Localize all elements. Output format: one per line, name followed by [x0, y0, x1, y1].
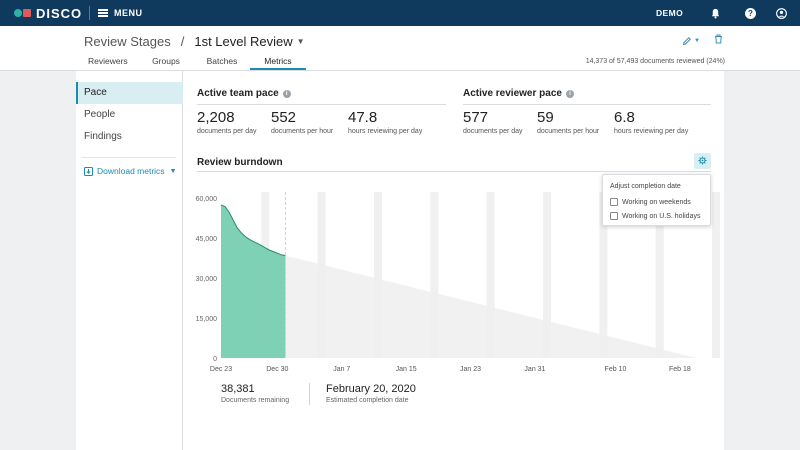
- documents-remaining-value: 38,381: [221, 383, 255, 395]
- reviewed-progress-text: 14,373 of 57,493 documents reviewed (24%…: [585, 58, 725, 65]
- burndown-title: Review burndown: [197, 157, 283, 168]
- reviewer-hours-per-day: 6.8: [614, 109, 635, 126]
- logo-mark-icon: [14, 7, 36, 19]
- tab-batches[interactable]: Batches: [194, 54, 250, 70]
- download-metrics-button[interactable]: Download metrics ▼: [84, 166, 177, 176]
- account-button[interactable]: [776, 0, 787, 26]
- right-gutter: [724, 71, 800, 450]
- sidebar-item-people[interactable]: People: [76, 104, 183, 126]
- x-tick-label: Jan 15: [396, 366, 417, 373]
- chevron-down-icon: ▼: [169, 167, 177, 175]
- sidebar-item-findings[interactable]: Findings: [76, 126, 183, 148]
- breadcrumb-parent[interactable]: Review Stages: [84, 34, 171, 49]
- tab-groups[interactable]: Groups: [138, 54, 194, 70]
- reviewer-docs-per-hour: 59: [537, 109, 554, 126]
- help-button[interactable]: ?: [745, 0, 756, 26]
- burndown-divider: [197, 171, 711, 172]
- tab-bar: Reviewers Groups Batches Metrics: [76, 54, 306, 70]
- reviewer-hours-per-day-label: hours reviewing per day: [614, 128, 689, 135]
- reviewer-docs-per-day: 577: [463, 109, 489, 126]
- y-tick-label: 0: [213, 356, 217, 363]
- disco-logo[interactable]: DISCO: [14, 5, 83, 21]
- metrics-sidebar: Pace People Findings Download metrics ▼: [76, 71, 183, 450]
- x-tick-label: Feb 18: [669, 366, 691, 373]
- completion-settings-popover: Adjust completion date Working on weeken…: [602, 174, 711, 226]
- user-icon: [776, 7, 787, 19]
- gear-icon: [698, 156, 707, 165]
- left-gutter: [0, 71, 76, 450]
- x-tick-label: Dec 30: [266, 366, 288, 373]
- bell-icon: [711, 8, 720, 18]
- x-tick-label: Dec 23: [210, 366, 232, 373]
- top-bar: DISCO MENU DEMO ?: [0, 0, 800, 26]
- team-pace-title-text: Active team pace: [197, 88, 279, 99]
- tab-metrics[interactable]: Metrics: [250, 54, 306, 70]
- holidays-checkbox[interactable]: [610, 212, 618, 220]
- topbar-divider: [89, 6, 90, 20]
- holidays-option[interactable]: Working on U.S. holidays: [610, 212, 700, 220]
- reviewer-docs-per-hour-label: documents per hour: [537, 128, 600, 135]
- chevron-down-icon[interactable]: ▼: [297, 37, 305, 46]
- info-icon[interactable]: i: [565, 89, 574, 98]
- notifications-button[interactable]: [710, 0, 721, 26]
- sidebar-item-pace[interactable]: Pace: [76, 82, 183, 104]
- y-tick-label: 60,000: [196, 196, 218, 203]
- documents-remaining-label: Documents remaining: [221, 397, 290, 404]
- tab-reviewers[interactable]: Reviewers: [76, 54, 138, 70]
- y-tick-label: 30,000: [196, 276, 218, 283]
- team-docs-per-day-label: documents per day: [197, 128, 257, 135]
- user-label[interactable]: DEMO: [656, 0, 683, 26]
- info-icon[interactable]: i: [282, 89, 291, 98]
- breadcrumb-current[interactable]: 1st Level Review: [194, 34, 292, 49]
- hamburger-icon: [98, 9, 108, 17]
- breadcrumb: Review Stages / 1st Level Review ▼: [84, 32, 305, 50]
- team-docs-per-day: 2,208: [197, 109, 235, 126]
- x-tick-label: Jan 7: [333, 366, 350, 373]
- completion-date-label: Estimated completion date: [326, 397, 409, 404]
- pencil-icon: [682, 36, 692, 45]
- menu-button[interactable]: MENU: [98, 6, 143, 20]
- team-docs-per-hour-label: documents per hour: [271, 128, 334, 135]
- holidays-label: Working on U.S. holidays: [622, 212, 701, 220]
- edit-button[interactable]: ▼: [682, 36, 700, 46]
- reviewer-pace-divider: [463, 104, 711, 105]
- completion-date-value: February 20, 2020: [326, 383, 416, 395]
- team-hours-per-day-label: hours reviewing per day: [348, 128, 423, 135]
- weekends-label: Working on weekends: [622, 198, 691, 206]
- breadcrumb-separator: /: [180, 33, 185, 49]
- reviewer-docs-per-day-label: documents per day: [463, 128, 523, 135]
- team-pace-title: Active team pace i: [197, 88, 291, 99]
- chevron-down-icon: ▼: [694, 37, 700, 44]
- weekends-option[interactable]: Working on weekends: [610, 198, 691, 206]
- team-hours-per-day: 47.8: [348, 109, 378, 126]
- reviewer-pace-title-text: Active reviewer pace: [463, 88, 562, 99]
- popover-title: Adjust completion date: [610, 183, 681, 190]
- download-icon: [84, 166, 93, 176]
- team-docs-per-hour: 552: [271, 109, 297, 126]
- settings-button[interactable]: [694, 153, 711, 169]
- menu-label: MENU: [114, 8, 143, 18]
- team-pace-divider: [197, 104, 446, 105]
- x-tick-label: Feb 10: [605, 366, 627, 373]
- trash-icon: [714, 34, 722, 44]
- x-tick-label: Jan 31: [524, 366, 545, 373]
- bottom-stats-divider: [309, 383, 310, 405]
- reviewer-pace-title: Active reviewer pace i: [463, 88, 574, 99]
- logo-text: DISCO: [36, 5, 83, 21]
- y-tick-label: 45,000: [196, 236, 218, 243]
- sidebar-divider: [82, 157, 176, 158]
- header-actions: ▼: [682, 34, 723, 47]
- help-icon: ?: [745, 7, 756, 19]
- x-tick-label: Jan 23: [460, 366, 481, 373]
- weekends-checkbox[interactable]: [610, 198, 618, 206]
- delete-button[interactable]: [714, 34, 723, 47]
- download-metrics-label: Download metrics: [97, 166, 165, 176]
- main-panel: Active team pace i 2,208 documents per d…: [184, 71, 724, 450]
- y-tick-label: 15,000: [196, 316, 218, 323]
- actual-remaining-area: [221, 204, 286, 358]
- weekend-band: [712, 192, 721, 358]
